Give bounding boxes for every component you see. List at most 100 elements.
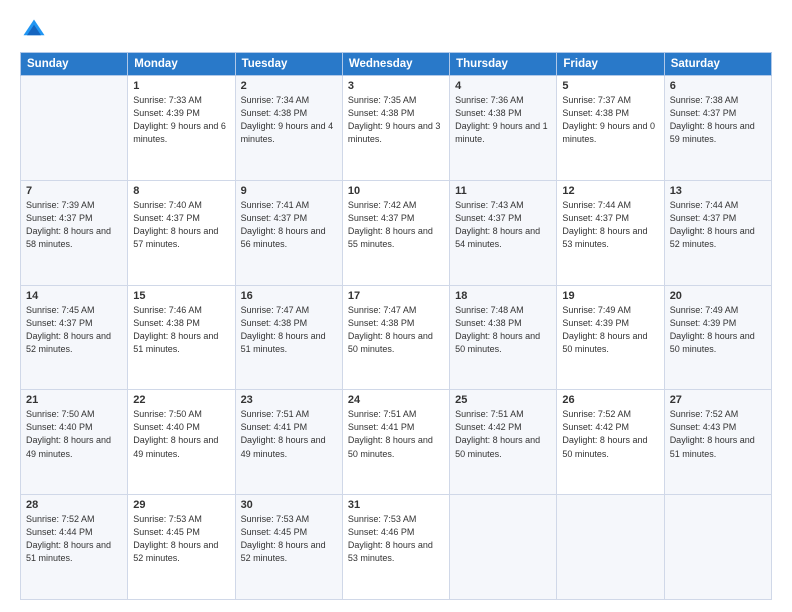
day-info: Sunrise: 7:42 AMSunset: 4:37 PMDaylight:… [348, 199, 444, 251]
day-cell: 21Sunrise: 7:50 AMSunset: 4:40 PMDayligh… [21, 390, 128, 495]
day-number: 4 [455, 80, 551, 92]
day-number: 27 [670, 394, 766, 406]
weekday-header-tuesday: Tuesday [235, 53, 342, 76]
day-cell: 22 Sunrise: 7:50 AMSunset: 4:40 PMDayligh… [128, 390, 235, 495]
week-row-4: 21Sunrise: 7:50 AMSunset: 4:40 PMDayligh… [21, 390, 772, 495]
header [20, 16, 772, 44]
day-cell [450, 495, 557, 600]
day-info: Sunrise: 7:47 AMSunset: 4:38 PMDaylight:… [241, 304, 337, 356]
day-number: 17 [348, 290, 444, 302]
day-cell: 18 Sunrise: 7:48 AMSunset: 4:38 PMDayligh… [450, 285, 557, 390]
weekday-header-saturday: Saturday [664, 53, 771, 76]
day-number: 28 [26, 499, 122, 511]
weekday-header-monday: Monday [128, 53, 235, 76]
day-info: Sunrise: 7:51 AMSunset: 4:41 PMDaylight:… [241, 408, 337, 460]
day-cell: 23 Sunrise: 7:51 AMSunset: 4:41 PMDayligh… [235, 390, 342, 495]
day-info: Sunrise: 7:49 AMSunset: 4:39 PMDaylight:… [670, 304, 766, 356]
day-info: Sunrise: 7:52 AMSunset: 4:43 PMDaylight:… [670, 408, 766, 460]
week-row-5: 28Sunrise: 7:52 AMSunset: 4:44 PMDayligh… [21, 495, 772, 600]
day-info: Sunrise: 7:45 AMSunset: 4:37 PMDaylight:… [26, 304, 122, 356]
day-info: Sunrise: 7:53 AMSunset: 4:45 PMDaylight:… [133, 513, 229, 565]
day-cell: 11Sunrise: 7:43 AMSunset: 4:37 PMDayligh… [450, 180, 557, 285]
day-info: Sunrise: 7:41 AMSunset: 4:37 PMDaylight:… [241, 199, 337, 251]
weekday-header-row: SundayMondayTuesdayWednesdayThursdayFrid… [21, 53, 772, 76]
day-number: 18 [455, 290, 551, 302]
day-info: Sunrise: 7:52 AMSunset: 4:42 PMDaylight:… [562, 408, 658, 460]
day-info: Sunrise: 7:49 AMSunset: 4:39 PMDaylight:… [562, 304, 658, 356]
day-cell: 26 Sunrise: 7:52 AMSunset: 4:42 PMDayligh… [557, 390, 664, 495]
day-cell: 2 Sunrise: 7:34 AMSunset: 4:38 PMDaylight… [235, 76, 342, 181]
day-number: 20 [670, 290, 766, 302]
weekday-header-friday: Friday [557, 53, 664, 76]
day-cell: 25 Sunrise: 7:51 AMSunset: 4:42 PMDayligh… [450, 390, 557, 495]
day-cell: 30Sunrise: 7:53 AMSunset: 4:45 PMDayligh… [235, 495, 342, 600]
day-info: Sunrise: 7:35 AMSunset: 4:38 PMDaylight:… [348, 94, 444, 146]
day-number: 2 [241, 80, 337, 92]
day-number: 29 [133, 499, 229, 511]
day-cell: 12Sunrise: 7:44 AMSunset: 4:37 PMDayligh… [557, 180, 664, 285]
day-number: 26 [562, 394, 658, 406]
day-number: 5 [562, 80, 658, 92]
day-cell [664, 495, 771, 600]
day-number: 31 [348, 499, 444, 511]
logo-icon [20, 16, 48, 44]
day-cell [557, 495, 664, 600]
weekday-header-sunday: Sunday [21, 53, 128, 76]
day-cell: 24 Sunrise: 7:51 AMSunset: 4:41 PMDayligh… [342, 390, 449, 495]
day-info: Sunrise: 7:36 AMSunset: 4:38 PMDaylight:… [455, 94, 551, 146]
day-number: 22 [133, 394, 229, 406]
day-info: Sunrise: 7:38 AMSunset: 4:37 PMDaylight:… [670, 94, 766, 146]
day-cell: 1 Sunrise: 7:33 AMSunset: 4:39 PMDaylight… [128, 76, 235, 181]
week-row-1: 1 Sunrise: 7:33 AMSunset: 4:39 PMDaylight… [21, 76, 772, 181]
week-row-2: 7 Sunrise: 7:39 AMSunset: 4:37 PMDaylight… [21, 180, 772, 285]
weekday-header-thursday: Thursday [450, 53, 557, 76]
day-cell [21, 76, 128, 181]
day-number: 6 [670, 80, 766, 92]
day-info: Sunrise: 7:53 AMSunset: 4:45 PMDaylight:… [241, 513, 337, 565]
day-cell: 16 Sunrise: 7:47 AMSunset: 4:38 PMDayligh… [235, 285, 342, 390]
day-number: 10 [348, 185, 444, 197]
day-cell: 5 Sunrise: 7:37 AMSunset: 4:38 PMDaylight… [557, 76, 664, 181]
day-cell: 3 Sunrise: 7:35 AMSunset: 4:38 PMDaylight… [342, 76, 449, 181]
day-cell: 8 Sunrise: 7:40 AMSunset: 4:37 PMDaylight… [128, 180, 235, 285]
day-info: Sunrise: 7:34 AMSunset: 4:38 PMDaylight:… [241, 94, 337, 146]
page: SundayMondayTuesdayWednesdayThursdayFrid… [0, 0, 792, 612]
day-cell: 27 Sunrise: 7:52 AMSunset: 4:43 PMDayligh… [664, 390, 771, 495]
day-number: 24 [348, 394, 444, 406]
day-number: 3 [348, 80, 444, 92]
day-cell: 6 Sunrise: 7:38 AMSunset: 4:37 PMDaylight… [664, 76, 771, 181]
day-info: Sunrise: 7:37 AMSunset: 4:38 PMDaylight:… [562, 94, 658, 146]
day-info: Sunrise: 7:33 AMSunset: 4:39 PMDaylight:… [133, 94, 229, 146]
logo [20, 16, 52, 44]
day-number: 13 [670, 185, 766, 197]
day-cell: 9Sunrise: 7:41 AMSunset: 4:37 PMDaylight… [235, 180, 342, 285]
day-info: Sunrise: 7:51 AMSunset: 4:42 PMDaylight:… [455, 408, 551, 460]
calendar: SundayMondayTuesdayWednesdayThursdayFrid… [20, 52, 772, 600]
day-info: Sunrise: 7:50 AMSunset: 4:40 PMDaylight:… [133, 408, 229, 460]
day-info: Sunrise: 7:46 AMSunset: 4:38 PMDaylight:… [133, 304, 229, 356]
day-number: 8 [133, 185, 229, 197]
day-cell: 14 Sunrise: 7:45 AMSunset: 4:37 PMDayligh… [21, 285, 128, 390]
day-info: Sunrise: 7:39 AMSunset: 4:37 PMDaylight:… [26, 199, 122, 251]
day-info: Sunrise: 7:50 AMSunset: 4:40 PMDaylight:… [26, 408, 122, 460]
day-number: 15 [133, 290, 229, 302]
day-info: Sunrise: 7:51 AMSunset: 4:41 PMDaylight:… [348, 408, 444, 460]
day-info: Sunrise: 7:48 AMSunset: 4:38 PMDaylight:… [455, 304, 551, 356]
day-number: 14 [26, 290, 122, 302]
day-number: 7 [26, 185, 122, 197]
day-number: 16 [241, 290, 337, 302]
day-cell: 7 Sunrise: 7:39 AMSunset: 4:37 PMDaylight… [21, 180, 128, 285]
day-cell: 20 Sunrise: 7:49 AMSunset: 4:39 PMDayligh… [664, 285, 771, 390]
day-info: Sunrise: 7:40 AMSunset: 4:37 PMDaylight:… [133, 199, 229, 251]
day-cell: 28Sunrise: 7:52 AMSunset: 4:44 PMDayligh… [21, 495, 128, 600]
day-number: 1 [133, 80, 229, 92]
day-info: Sunrise: 7:47 AMSunset: 4:38 PMDaylight:… [348, 304, 444, 356]
day-number: 23 [241, 394, 337, 406]
week-row-3: 14 Sunrise: 7:45 AMSunset: 4:37 PMDayligh… [21, 285, 772, 390]
day-number: 25 [455, 394, 551, 406]
day-cell: 31Sunrise: 7:53 AMSunset: 4:46 PMDayligh… [342, 495, 449, 600]
day-info: Sunrise: 7:43 AMSunset: 4:37 PMDaylight:… [455, 199, 551, 251]
day-info: Sunrise: 7:44 AMSunset: 4:37 PMDaylight:… [562, 199, 658, 251]
weekday-header-wednesday: Wednesday [342, 53, 449, 76]
day-cell: 29 Sunrise: 7:53 AMSunset: 4:45 PMDayligh… [128, 495, 235, 600]
